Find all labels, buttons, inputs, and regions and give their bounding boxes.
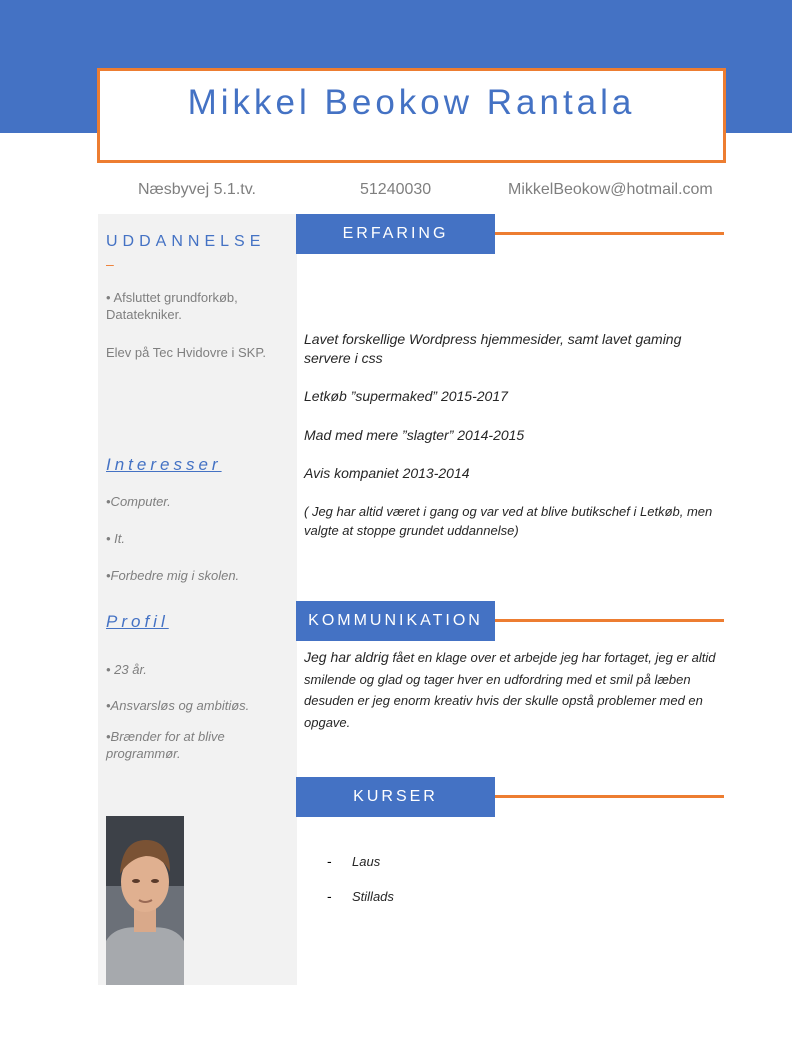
courses-divider (495, 795, 724, 798)
name-box: Mikkel Beokow Rantala (97, 68, 726, 163)
phone-text: 51240030 (360, 181, 432, 198)
communication-paragraph: Jeg har aldrig fået en klage over et arb… (304, 647, 719, 733)
experience-item: Avis kompaniet 2013-2014 (304, 465, 470, 481)
education-item: Elev på Tec Hvidovre i SKP. (106, 345, 266, 360)
address-text: Næsbyvej 5.1.tv. (138, 181, 256, 198)
experience-note: ( Jeg har altid været i gang og var ved … (304, 504, 713, 538)
profile-photo (106, 816, 184, 985)
courses-heading: KURSER (296, 777, 495, 817)
communication-divider (495, 619, 724, 622)
experience-heading: ERFARING (296, 214, 495, 254)
communication-lead: Jeg har aldrig (304, 649, 389, 665)
education-dash: – (106, 256, 114, 272)
profile-heading: Profil (106, 612, 169, 631)
course-bullet: - (327, 853, 332, 869)
interest-item: •Forbedre mig i skolen. (106, 568, 240, 583)
page-title: Mikkel Beokow Rantala (187, 83, 636, 122)
profile-item: •Brænder for at blive programmør. (106, 729, 225, 761)
interests-heading: Interesser (106, 455, 222, 474)
profile-item: • 23 år. (106, 662, 147, 677)
experience-item: Mad med mere ”slagter” 2014-2015 (304, 427, 525, 443)
profile-item: •Ansvarsløs og ambitiøs. (106, 698, 250, 713)
email-text: MikkelBeokow@hotmail.com (508, 181, 713, 198)
interest-item: • It. (106, 531, 125, 546)
experience-divider (495, 232, 724, 235)
education-item: • Afsluttet grundforkøb, Datatekniker. (106, 290, 238, 322)
interest-item: •Computer. (106, 494, 171, 509)
experience-item: Letkøb ”supermaked” 2015-2017 (304, 388, 508, 404)
communication-heading: KOMMUNIKATION (296, 601, 495, 641)
experience-item: Lavet forskellige Wordpress hjemmesider,… (304, 331, 682, 366)
education-heading: UDDANNELSE (106, 233, 266, 250)
profile-photo-image (106, 816, 184, 985)
course-item: Laus (352, 854, 381, 869)
course-item: Stillads (352, 889, 394, 904)
course-bullet: - (327, 888, 332, 904)
